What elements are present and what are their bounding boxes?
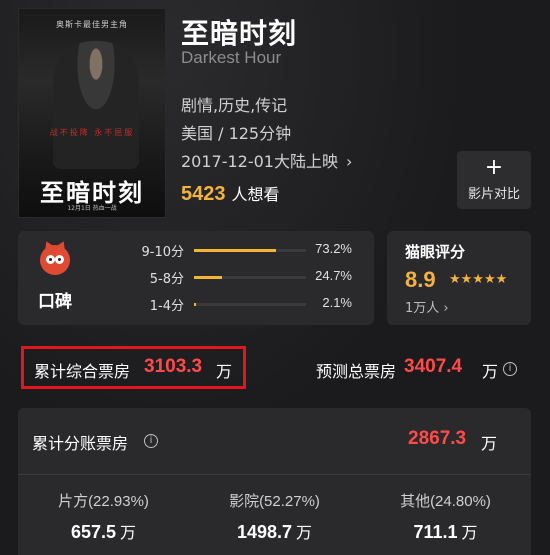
rating-range: 1-4分 [149,299,184,314]
movie-poster[interactable]: 奥斯卡最佳男主角 战不投降 永不屈服 至暗时刻 12月1日 热血一战 [18,8,166,218]
chevron-right-icon: › [346,152,353,171]
maoyan-title: 猫眼评分 [405,243,466,261]
split-box-office-label: 累计分账票房 [32,434,129,453]
share-label: 影院(52.27%) [229,493,320,510]
split-box-office-card: 累计分账票房 i 2867.3 万 片方(22.93%) 657.5 万 影院(5… [18,408,531,555]
predicted-box-office-value: 3407.4 [404,356,463,377]
rating-bar-fill [194,276,222,279]
poster-red-text: 战不投降 永不屈服 [49,128,135,137]
share-column: 影院(52.27%) 1498.7 万 [189,490,360,543]
share-column: 片方(22.93%) 657.5 万 [18,490,189,543]
movie-country-runtime: 美国 / 125分钟 [181,124,292,143]
divider [18,474,531,475]
rating-bar [194,276,306,279]
rating-percent: 24.7% [315,268,352,283]
movie-title: 至暗时刻 [181,17,298,50]
rating-percent: 2.1% [322,295,352,310]
compare-label: 影片对比 [467,187,520,202]
share-value: 1498.7 万 [236,522,313,542]
rating-bar [194,249,306,252]
release-date-link[interactable]: 2017-12-01大陆上映 › [181,148,352,172]
release-date: 2017-12-01大陆上映 [181,152,338,171]
predicted-box-office-label: 预测总票房 [316,362,397,381]
poster-small-text: 12月1日 热血一战 [67,205,117,212]
word-of-mouth-card[interactable]: 口碑 9-10分 73.2% 5-8分 24.7% 1-4分 2.1% [18,231,374,325]
movie-genres: 剧情,历史,传记 [181,96,288,115]
info-icon[interactable]: i [144,434,158,448]
poster-figure [53,41,139,169]
maoyan-score: 8.9 [405,267,436,292]
maoyan-rating-count[interactable]: 1万人 › [405,297,449,316]
rating-row: 1-4分 2.1% [128,295,368,315]
share-value: 657.5 万 [70,522,137,542]
cumulative-box-office-unit: 万 [216,362,233,381]
want-to-see: 5423 人想看 [181,181,280,206]
rating-range: 9-10分 [141,245,184,260]
poster-tagline: 奥斯卡最佳男主角 [56,20,128,29]
cat-eye-icon [40,239,70,275]
movie-original-title: Darkest Hour [181,48,282,67]
share-column: 其他(24.80%) 711.1 万 [360,490,531,543]
share-label: 其他(24.80%) [400,493,491,510]
plus-icon: + [484,155,504,180]
rating-bar-fill [194,249,276,252]
word-of-mouth-label: 口碑 [38,292,72,312]
split-box-office-unit: 万 [481,434,498,453]
maoyan-rating-card[interactable]: 猫眼评分 8.9 ★★★★★ 1万人 › [387,231,531,325]
rating-row: 9-10分 73.2% [128,241,368,261]
rating-percent: 73.2% [315,241,352,256]
info-icon[interactable]: i [503,362,517,376]
want-count: 5423 [181,183,226,205]
split-box-office-value: 2867.3 [408,428,467,449]
rating-bar [194,303,306,306]
want-label: 人想看 [231,185,280,204]
share-label: 片方(22.93%) [58,493,149,510]
predicted-box-office-unit: 万 [482,362,499,381]
rating-row: 5-8分 24.7% [128,268,368,288]
cumulative-box-office-label: 累计综合票房 [34,362,131,381]
share-value: 711.1 万 [413,522,478,542]
compare-button[interactable]: + 影片对比 [457,151,531,209]
cumulative-box-office-value: 3103.3 [144,356,203,377]
rating-range: 5-8分 [149,272,184,287]
rating-bar-fill [194,303,197,306]
star-rating-icon: ★★★★★ [449,272,508,287]
